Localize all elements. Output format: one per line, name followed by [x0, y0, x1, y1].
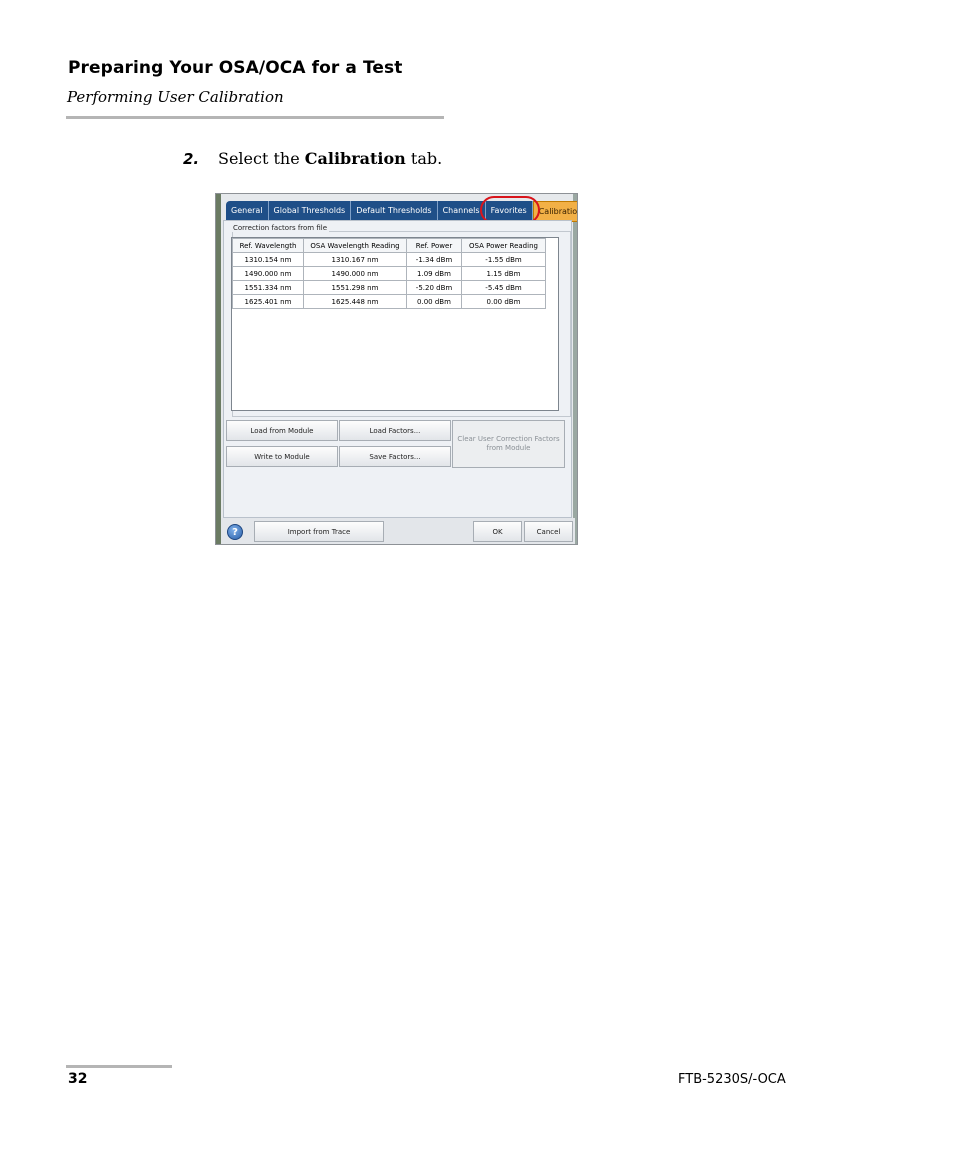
table-cell: 1490.000 nm: [303, 266, 407, 281]
correction-factors-table: Ref. Wavelength OSA Wavelength Reading R…: [232, 238, 546, 309]
tab-general[interactable]: General: [226, 201, 269, 220]
document-id: FTB-5230S/-OCA: [678, 1072, 786, 1087]
table-row[interactable]: 1551.334 nm 1551.298 nm -5.20 dBm -5.45 …: [232, 280, 546, 295]
screenshot-left-edge: [216, 194, 221, 544]
step-instruction: Select the Calibration tab.: [218, 149, 442, 168]
footer-rule: [66, 1065, 172, 1068]
cancel-button[interactable]: Cancel: [524, 521, 573, 542]
column-header[interactable]: Ref. Wavelength: [232, 238, 304, 253]
table-row[interactable]: 1490.000 nm 1490.000 nm 1.09 dBm 1.15 dB…: [232, 266, 546, 281]
clear-factors-label-line2: from Module: [486, 444, 531, 452]
table-cell: 0.00 dBm: [461, 294, 546, 309]
clear-user-correction-factors-button[interactable]: Clear User Correction Factors from Modul…: [452, 420, 565, 468]
correction-factors-table-box[interactable]: Ref. Wavelength OSA Wavelength Reading R…: [231, 237, 559, 411]
table-row[interactable]: 1310.154 nm 1310.167 nm -1.34 dBm -1.55 …: [232, 252, 546, 267]
step-text-before: Select the: [218, 149, 305, 168]
write-to-module-button[interactable]: Write to Module: [226, 446, 338, 467]
help-icon[interactable]: ?: [227, 524, 243, 540]
table-cell: 1310.154 nm: [232, 252, 304, 267]
table-cell: 0.00 dBm: [406, 294, 462, 309]
table-cell: 1625.448 nm: [303, 294, 407, 309]
save-factors-button[interactable]: Save Factors...: [339, 446, 451, 467]
tab-channels[interactable]: Channels: [437, 201, 486, 220]
header-rule: [66, 116, 444, 119]
table-cell: 1.15 dBm: [461, 266, 546, 281]
load-factors-button[interactable]: Load Factors...: [339, 420, 451, 441]
column-header[interactable]: Ref. Power: [406, 238, 462, 253]
table-cell: -1.34 dBm: [406, 252, 462, 267]
table-cell: 1625.401 nm: [232, 294, 304, 309]
table-row[interactable]: 1625.401 nm 1625.448 nm 0.00 dBm 0.00 dB…: [232, 294, 546, 309]
load-from-module-button[interactable]: Load from Module: [226, 420, 338, 441]
table-cell: 1551.298 nm: [303, 280, 407, 295]
clear-factors-label-line1: Clear User Correction Factors: [457, 435, 560, 443]
step-text-after: tab.: [405, 149, 443, 168]
section-subtitle: Performing User Calibration: [67, 88, 284, 106]
tab-global-thresholds[interactable]: Global Thresholds: [268, 201, 352, 220]
table-header-row: Ref. Wavelength OSA Wavelength Reading R…: [232, 238, 546, 253]
table-cell: 1.09 dBm: [406, 266, 462, 281]
page-number: 32: [68, 1071, 88, 1087]
ok-button[interactable]: OK: [473, 521, 522, 542]
tab-default-thresholds[interactable]: Default Thresholds: [351, 201, 438, 220]
step-text-bold: Calibration: [304, 149, 406, 168]
screenshot-right-edge: [573, 194, 577, 544]
correction-factors-label: Correction factors from file: [231, 224, 329, 232]
table-cell: -1.55 dBm: [461, 252, 546, 267]
table-cell: 1310.167 nm: [303, 252, 407, 267]
table-cell: 1551.334 nm: [232, 280, 304, 295]
import-from-trace-button[interactable]: Import from Trace: [254, 521, 384, 542]
step-number: 2.: [183, 150, 200, 168]
column-header[interactable]: OSA Power Reading: [461, 238, 546, 253]
section-title: Preparing Your OSA/OCA for a Test: [68, 58, 403, 78]
table-cell: 1490.000 nm: [232, 266, 304, 281]
column-header[interactable]: OSA Wavelength Reading: [303, 238, 407, 253]
table-cell: -5.20 dBm: [406, 280, 462, 295]
calibration-dialog-screenshot: General Global Thresholds Default Thresh…: [215, 193, 578, 545]
table-cell: -5.45 dBm: [461, 280, 546, 295]
